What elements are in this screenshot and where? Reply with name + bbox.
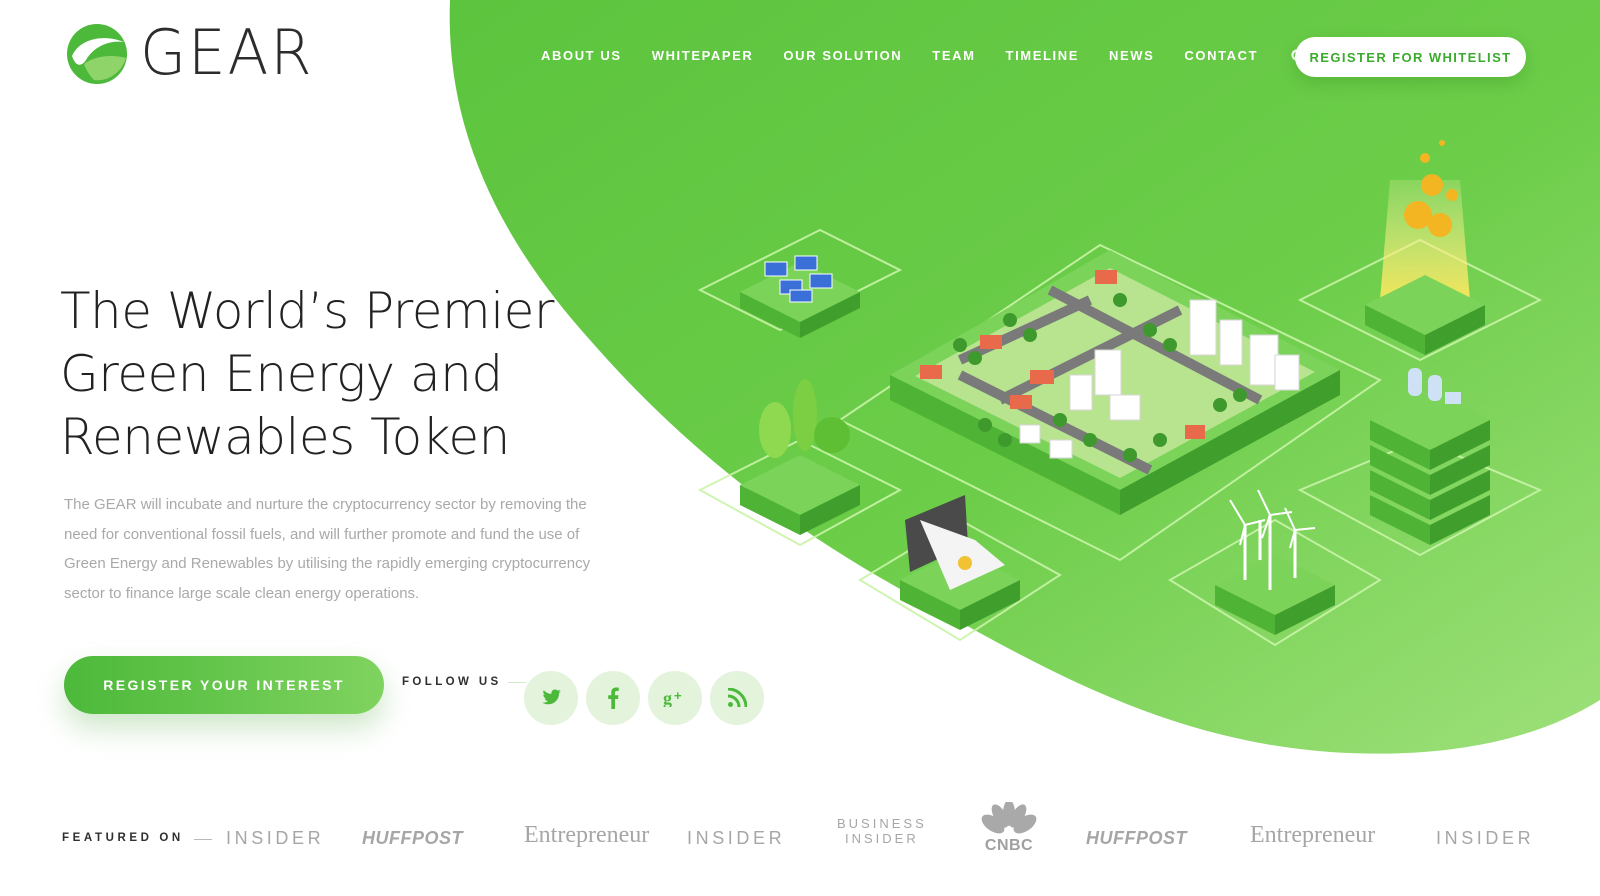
svg-text:+: +	[674, 689, 682, 703]
divider	[194, 839, 212, 840]
nav-our-solution[interactable]: OUR SOLUTION	[783, 44, 902, 68]
twitter-icon[interactable]	[524, 671, 578, 725]
publication-logo-huffpost: HUFFPOST	[1086, 828, 1187, 848]
nav-team[interactable]: TEAM	[932, 44, 975, 68]
business-insider-line: INSIDER	[845, 831, 919, 846]
follow-us: FOLLOW US	[402, 676, 526, 688]
publication-logo-huffpost: HUFFPOST	[362, 828, 463, 848]
nav-whitepaper[interactable]: WHITEPAPER	[652, 44, 754, 68]
register-interest-button[interactable]: REGISTER YOUR INTEREST	[64, 656, 384, 714]
leaf-logo-icon	[67, 24, 127, 84]
business-insider-line: BUSINESS	[837, 816, 927, 831]
featured-on-label: FEATURED ON	[62, 832, 184, 844]
publication-logo-business-insider: BUSINESS INSIDER	[837, 816, 927, 846]
cnbc-peacock-icon	[981, 800, 1037, 834]
google-plus-icon[interactable]: g +	[648, 671, 702, 725]
publication-logo-insider: INSIDER	[226, 828, 325, 848]
hero-title-line: Green Energy and	[60, 345, 503, 403]
hero-description: The GEAR will incubate and nurture the c…	[64, 496, 591, 602]
publication-logo-entrepreneur: Entrepreneur	[524, 822, 650, 848]
nav-about-us[interactable]: ABOUT US	[541, 44, 622, 68]
publication-logo-insider: INSIDER	[1436, 828, 1535, 848]
divider	[507, 681, 526, 683]
facebook-icon[interactable]	[586, 671, 640, 725]
hero-title-line: Renewables Token	[60, 408, 510, 466]
svg-text:g: g	[663, 689, 672, 707]
hero-title: The World’s Premier Green Energy and Ren…	[60, 280, 620, 469]
publication-logo-entrepreneur: Entrepreneur	[1250, 822, 1376, 848]
social-links: g +	[524, 671, 772, 725]
nav-news[interactable]: NEWS	[1109, 44, 1154, 68]
gear-logo[interactable]: GEAR	[64, 20, 321, 86]
nav-timeline[interactable]: TIMELINE	[1006, 44, 1079, 68]
featured-on-bar: FEATURED ON INSIDER HUFFPOST Entrepreneu…	[62, 800, 1542, 860]
nav-contact[interactable]: CONTACT	[1184, 44, 1258, 68]
register-whitelist-button[interactable]: REGISTER FOR WHITELIST	[1295, 37, 1526, 77]
publication-logo-insider: INSIDER	[687, 828, 786, 848]
follow-us-label: FOLLOW US	[402, 676, 502, 688]
brand-name: GEAR	[140, 16, 314, 89]
main-nav: ABOUT US WHITEPAPER OUR SOLUTION TEAM TI…	[541, 44, 1334, 68]
publication-logo-cnbc: CNBC	[972, 800, 1046, 855]
cnbc-wordmark: CNBC	[984, 837, 1034, 854]
hero-title-line: The World’s Premier	[60, 282, 554, 340]
rss-icon[interactable]	[710, 671, 764, 725]
